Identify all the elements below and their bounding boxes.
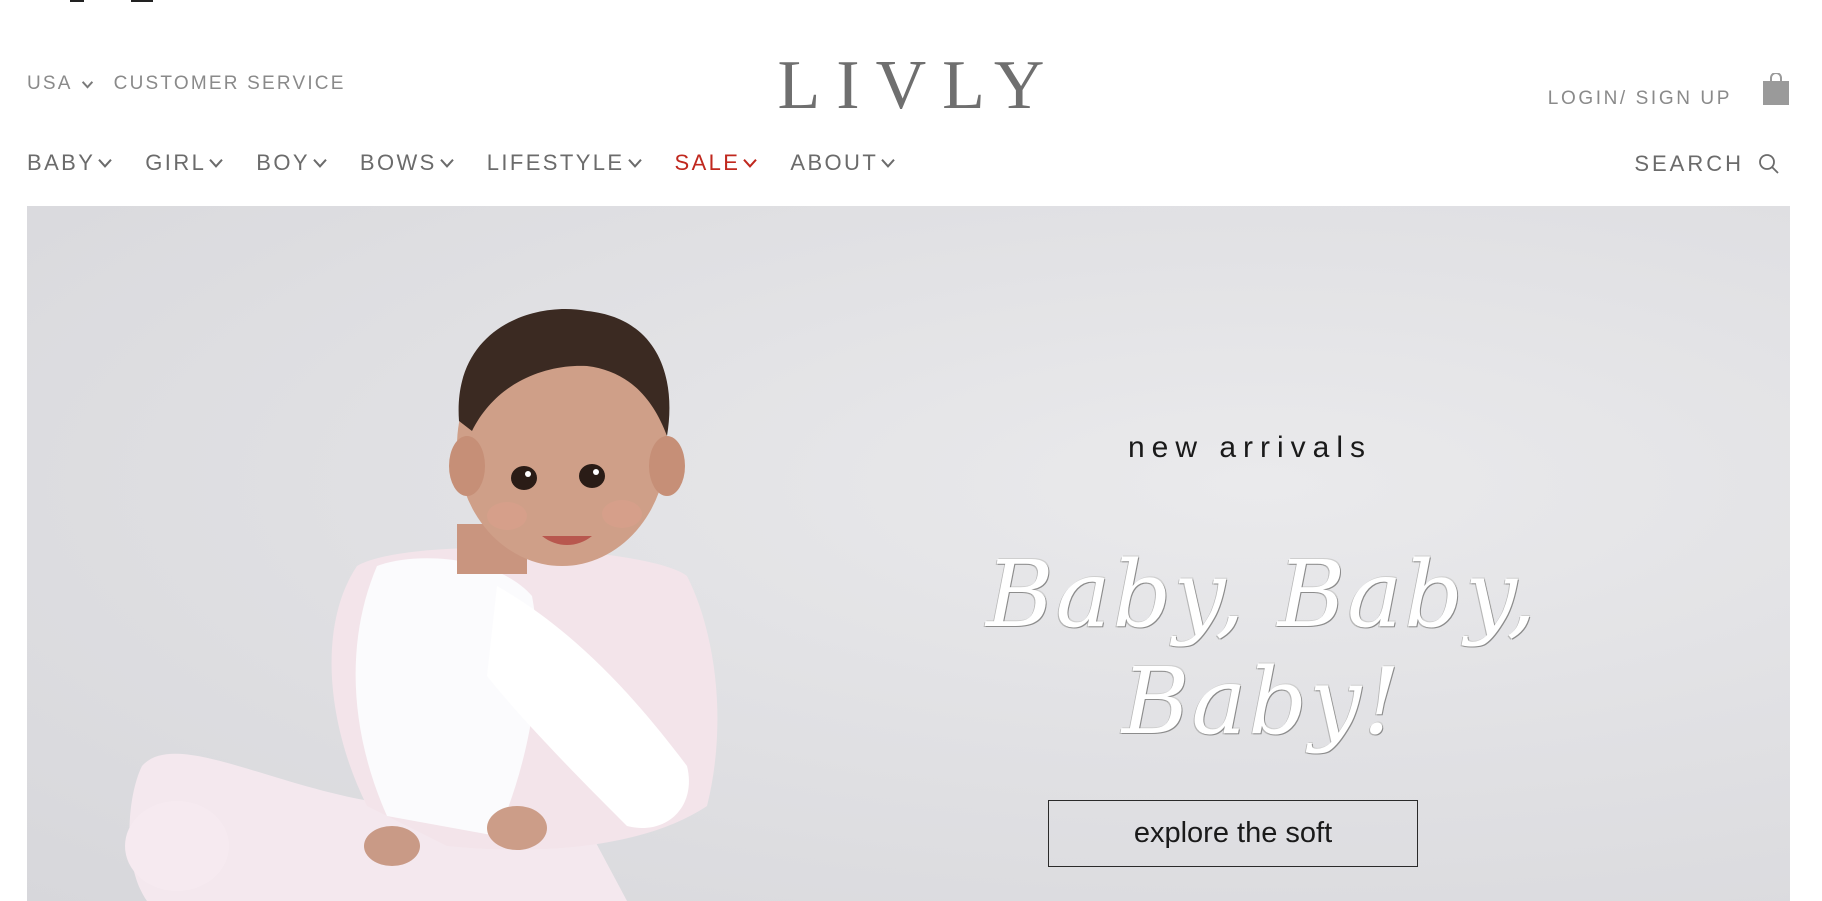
country-label: USA <box>27 73 73 94</box>
nav-item-girl[interactable]: GIRL <box>145 150 224 176</box>
nav-item-label: BABY <box>27 150 96 175</box>
utility-bar: USA CUSTOMER SERVICE <box>27 73 346 95</box>
nav-item-label: SALE <box>674 150 741 175</box>
nav-item-label: LIFESTYLE <box>486 150 625 175</box>
chevron-down-icon <box>312 155 328 171</box>
page: USA CUSTOMER SERVICE LIVLY LOGIN/ SIGN U… <box>0 0 1822 901</box>
chevron-down-icon <box>439 155 455 171</box>
hero-headline: Baby, Baby, Baby! <box>986 541 1538 755</box>
nav-item-label: BOWS <box>359 150 437 175</box>
country-selector[interactable]: USA <box>27 73 94 95</box>
chevron-down-icon <box>208 155 224 171</box>
nav-item-label: BOY <box>256 150 310 175</box>
nav-item-boy[interactable]: BOY <box>256 150 328 176</box>
top-strip-remnant <box>0 0 1822 6</box>
nav-item-baby[interactable]: BABY <box>27 150 113 176</box>
nav-item-bows[interactable]: BOWS <box>360 150 455 176</box>
search-button[interactable]: SEARCH <box>1634 151 1780 177</box>
search-icon <box>1758 153 1780 175</box>
nav-item-about[interactable]: ABOUT <box>790 150 896 176</box>
logo[interactable]: LIVLY <box>762 46 1061 126</box>
nav-item-label: GIRL <box>145 150 207 175</box>
hero-baby-image <box>125 308 718 901</box>
top-remnant-mark <box>131 0 153 2</box>
chevron-down-icon <box>627 155 643 171</box>
search-label: SEARCH <box>1634 151 1744 176</box>
top-remnant-mark <box>70 0 84 2</box>
nav-item-label: ABOUT <box>790 150 879 175</box>
nav-item-lifestyle[interactable]: LIFESTYLE <box>487 150 643 176</box>
chevron-down-icon <box>742 155 758 171</box>
chevron-down-icon <box>97 155 113 171</box>
hero-banner[interactable]: new arrivals Baby, Baby, Baby! explore t… <box>27 206 1790 901</box>
explore-button[interactable]: explore the soft <box>1048 800 1418 867</box>
main-nav: BABY GIRL BOY BOWS LIFESTYLE SALE ABOUT <box>27 150 928 176</box>
customer-service-link[interactable]: CUSTOMER SERVICE <box>114 73 346 95</box>
nav-item-sale[interactable]: SALE <box>675 150 759 176</box>
chevron-down-icon <box>81 78 94 91</box>
chevron-down-icon <box>880 155 896 171</box>
shopping-bag-icon[interactable] <box>1762 72 1790 106</box>
hero-eyebrow: new arrivals <box>1127 431 1373 464</box>
login-signup-link[interactable]: LOGIN/ SIGN UP <box>1548 88 1732 110</box>
